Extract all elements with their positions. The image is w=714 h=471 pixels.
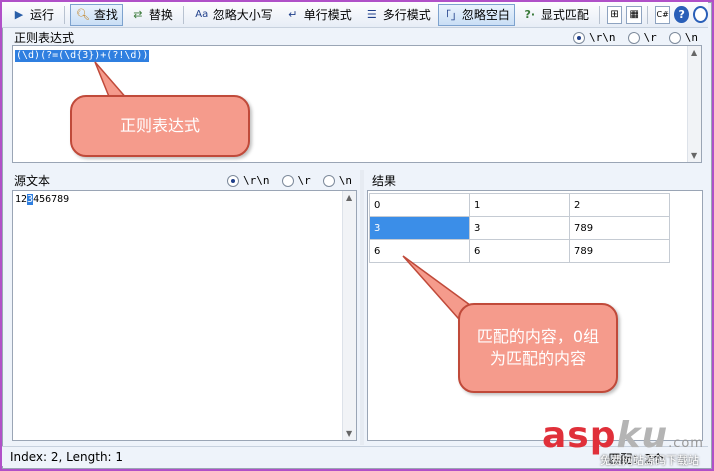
watermark-subtitle: 免费网站源码下载站 [600,454,699,467]
watermark-ku: ku [616,415,669,456]
result-callout-line1: 匹配的内容，0组 [476,327,600,346]
watermark-com: .com [668,436,704,451]
result-callout-pointer [402,255,472,320]
callout-arrows [94,61,472,320]
regex-callout-text: 正则表达式 [119,116,200,135]
watermark-asp: asp [542,415,617,456]
result-callout: 匹配的内容，0组 为匹配的内容 [458,303,618,393]
result-callout-line2: 为匹配的内容 [489,349,586,368]
regex-callout: 正则表达式 [70,95,250,157]
